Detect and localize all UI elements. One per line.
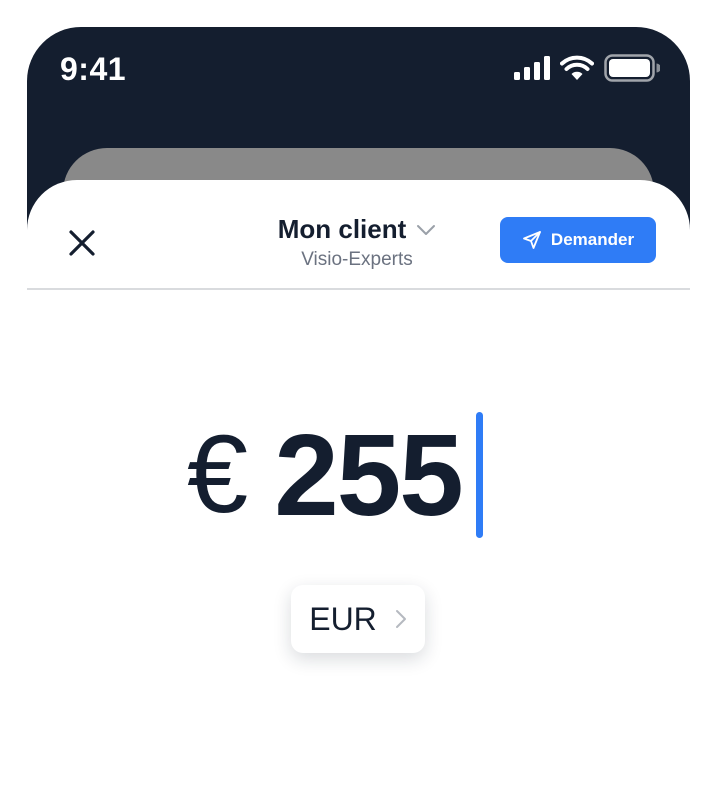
wifi-icon (560, 55, 594, 85)
close-button[interactable] (65, 226, 99, 260)
client-title: Mon client (277, 214, 407, 244)
amount-input[interactable]: € 255 (187, 410, 483, 540)
close-icon (69, 230, 95, 256)
amount-value: 255 (274, 410, 464, 540)
request-button[interactable]: Demander (500, 217, 656, 263)
chevron-right-icon (395, 610, 406, 628)
client-subtitle: Visio-Experts (301, 249, 413, 270)
currency-code: EUR (309, 600, 377, 637)
client-selector[interactable]: Mon client (278, 214, 437, 245)
chevron-down-icon (417, 224, 436, 235)
currency-symbol: € (187, 413, 249, 536)
status-bar: 9:41 (27, 27, 690, 117)
sheet-header: Mon client Visio-Experts Demander (27, 180, 690, 290)
status-icons (514, 53, 661, 87)
currency-selector-button[interactable]: EUR (291, 585, 425, 653)
status-time: 9:41 (60, 51, 127, 87)
cellular-signal-icon (514, 55, 550, 85)
send-icon (523, 231, 541, 249)
battery-icon (604, 53, 661, 87)
payment-request-sheet: Mon client Visio-Experts Demander € 255 (27, 180, 690, 787)
text-cursor (475, 412, 483, 538)
phone-screen: 9:41 Mon client Visio-Experts Demander €… (27, 27, 690, 787)
request-button-label: Demander (550, 230, 635, 249)
client-title-block: Mon client Visio-Experts (207, 214, 507, 271)
